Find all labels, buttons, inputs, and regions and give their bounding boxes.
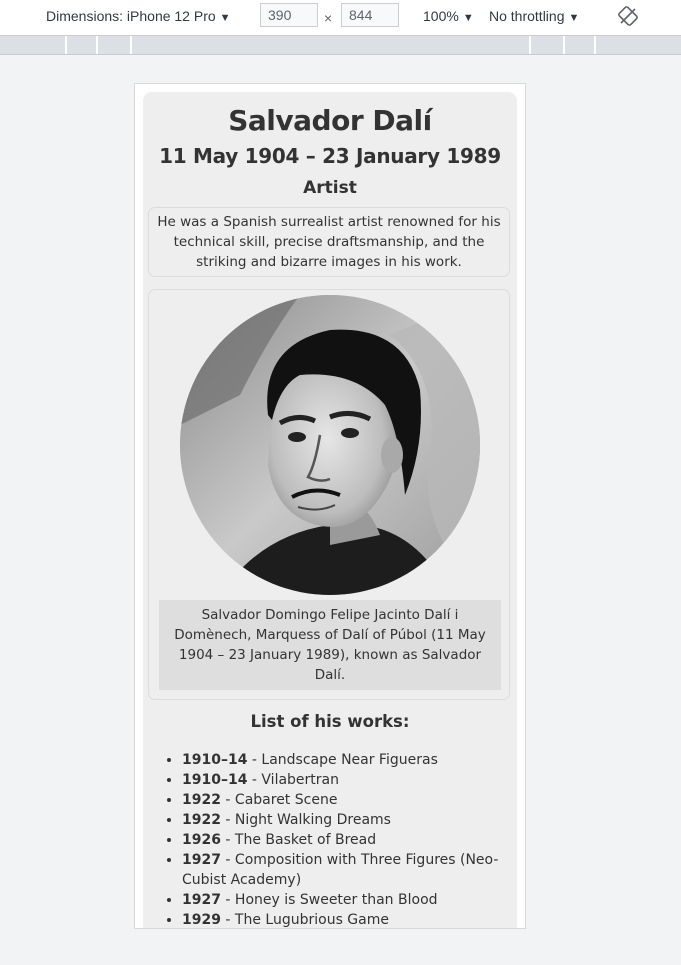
works-list: 1910–14 - Landscape Near Figueras 1910–1… [163, 750, 512, 928]
work-title: - The Basket of Bread [220, 832, 377, 848]
tribute-card: Salvador Dalí 11 May 1904 – 23 January 1… [143, 92, 517, 928]
caret-down-icon: ▼ [462, 12, 474, 24]
ruler-tick [563, 36, 565, 54]
work-title: - Honey is Sweeter than Blood [220, 892, 438, 908]
caret-down-icon: ▼ [568, 12, 580, 24]
role-label: Artist [303, 178, 357, 198]
work-title: - Night Walking Dreams [220, 812, 391, 828]
life-dates: 11 May 1904 – 23 January 1989 [159, 144, 501, 168]
portrait-caption: Salvador Domingo Felipe Jacinto Dalí i D… [159, 600, 501, 690]
devtools-device-toolbar: Dimensions: iPhone 12 Pro ▼ 390 × 844 100… [0, 0, 681, 35]
work-year: 1922 [182, 792, 221, 808]
zoom-label: 100% [423, 8, 459, 24]
list-item: 1922 - Cabaret Scene [182, 790, 512, 810]
work-title: - Composition with Three Figures (Neo-Cu… [182, 852, 499, 888]
summary-text: He was a Spanish surrealist artist renow… [148, 207, 510, 277]
device-viewport: Salvador Dalí 11 May 1904 – 23 January 1… [134, 83, 526, 929]
list-item: 1927 - Composition with Three Figures (N… [182, 850, 512, 890]
works-heading: List of his works: [250, 712, 410, 731]
caret-down-icon: ▼ [219, 12, 231, 24]
portrait-figure: Salvador Domingo Felipe Jacinto Dalí i D… [148, 289, 510, 700]
work-year: 1922 [182, 812, 221, 828]
media-query-ruler [0, 35, 681, 55]
list-item: 1929 - The Lugubrious Game [182, 910, 512, 928]
device-selector[interactable]: Dimensions: iPhone 12 Pro ▼ [46, 8, 231, 24]
list-item: 1910–14 - Vilabertran [182, 770, 512, 790]
work-year: 1910–14 [182, 752, 248, 768]
work-year: 1927 [182, 852, 221, 868]
list-item: 1927 - Honey is Sweeter than Blood [182, 890, 512, 910]
device-label: Dimensions: iPhone 12 Pro [46, 8, 216, 24]
throttling-selector[interactable]: No throttling ▼ [489, 8, 579, 24]
work-year: 1927 [182, 892, 221, 908]
work-title: - Landscape Near Figueras [247, 752, 438, 768]
ruler-tick [130, 36, 132, 54]
work-title: - Vilabertran [247, 772, 339, 788]
portrait-image [180, 295, 480, 595]
work-year: 1929 [182, 912, 221, 928]
ruler-tick [529, 36, 531, 54]
list-item: 1926 - The Basket of Bread [182, 830, 512, 850]
ruler-tick [65, 36, 67, 54]
work-year: 1926 [182, 832, 221, 848]
height-input[interactable]: 844 [341, 3, 399, 27]
work-title: - Cabaret Scene [220, 792, 338, 808]
width-input[interactable]: 390 [260, 3, 318, 27]
zoom-selector[interactable]: 100% ▼ [423, 8, 474, 24]
work-title: - The Lugubrious Game [220, 912, 389, 928]
list-item: 1922 - Night Walking Dreams [182, 810, 512, 830]
list-item: 1910–14 - Landscape Near Figueras [182, 750, 512, 770]
dimension-separator: × [324, 10, 333, 26]
ruler-tick [96, 36, 98, 54]
page-title: Salvador Dalí [228, 104, 432, 137]
rotate-icon[interactable] [618, 6, 638, 26]
work-year: 1910–14 [182, 772, 248, 788]
throttling-label: No throttling [489, 8, 565, 24]
ruler-tick [594, 36, 596, 54]
